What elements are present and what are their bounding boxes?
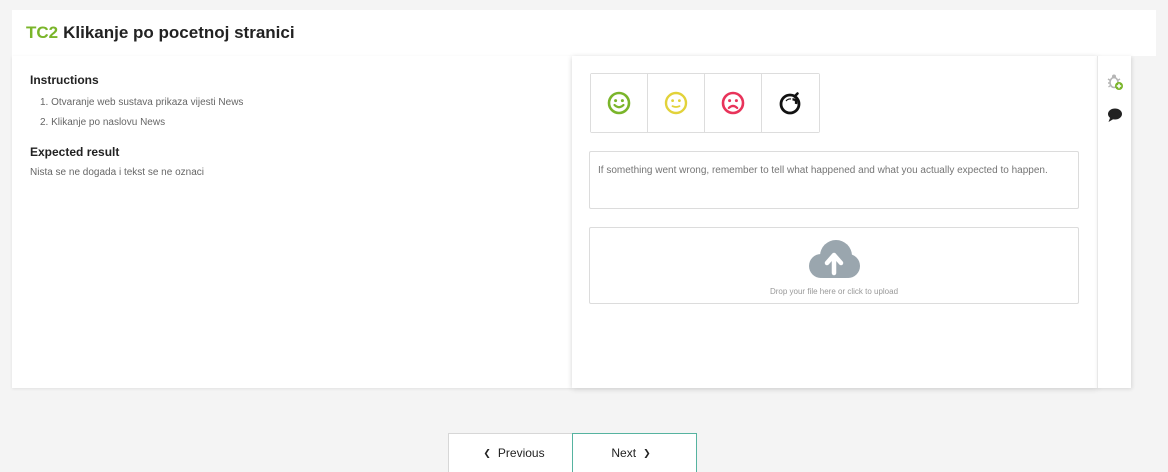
neutral-rating-button[interactable] — [648, 74, 705, 132]
bomb-icon — [779, 92, 800, 115]
pagination: ❮ Previous Next ❯ — [448, 433, 697, 472]
page-header: TC2 Klikanje po pocetnoj stranici — [12, 10, 1156, 56]
previous-button[interactable]: ❮ Previous — [448, 433, 572, 472]
instruction-step: 2. Klikanje po naslovu News — [40, 117, 166, 128]
instructions-heading: Instructions — [30, 73, 99, 87]
instructions-card: Instructions 1. Otvaranje web sustava pr… — [12, 56, 572, 388]
expected-result-heading: Expected result — [30, 145, 120, 159]
chevron-right-icon: ❯ — [643, 447, 651, 458]
upload-hint-text: Drop your file here or click to upload — [769, 287, 899, 296]
feedback-card: Drop your file here or click to upload — [572, 56, 1098, 388]
instructions-list: 1. Otvaranje web sustava prikaza vijesti… — [30, 93, 554, 133]
comment-icon[interactable] — [1106, 106, 1124, 124]
file-upload-dropzone[interactable]: Drop your file here or click to upload — [589, 227, 1079, 304]
next-button[interactable]: Next ❯ — [572, 433, 697, 472]
test-case-code: TC2 — [26, 23, 59, 42]
bomb-rating-button[interactable] — [762, 74, 819, 132]
expected-result-text: Nista se ne dogada i tekst se ne oznaci — [30, 167, 204, 178]
rating-button-group — [590, 73, 820, 133]
side-toolbar — [1097, 56, 1131, 388]
instruction-step: 1. Otvaranje web sustava prikaza vijesti… — [40, 97, 244, 108]
happy-face-icon — [607, 91, 631, 115]
previous-button-label: Previous — [497, 446, 545, 460]
bug-add-icon[interactable] — [1106, 73, 1124, 91]
neutral-face-icon — [664, 91, 688, 115]
sad-rating-button[interactable] — [705, 74, 762, 132]
cloud-upload-icon — [809, 240, 860, 278]
sad-face-icon — [721, 91, 745, 115]
happy-rating-button[interactable] — [591, 74, 648, 132]
comment-input[interactable] — [589, 151, 1079, 209]
chevron-left-icon: ❮ — [483, 447, 491, 458]
page-title: TC2 Klikanje po pocetnoj stranici — [26, 23, 295, 43]
next-button-label: Next — [611, 446, 637, 460]
test-case-title: Klikanje po pocetnoj stranici — [63, 23, 295, 42]
